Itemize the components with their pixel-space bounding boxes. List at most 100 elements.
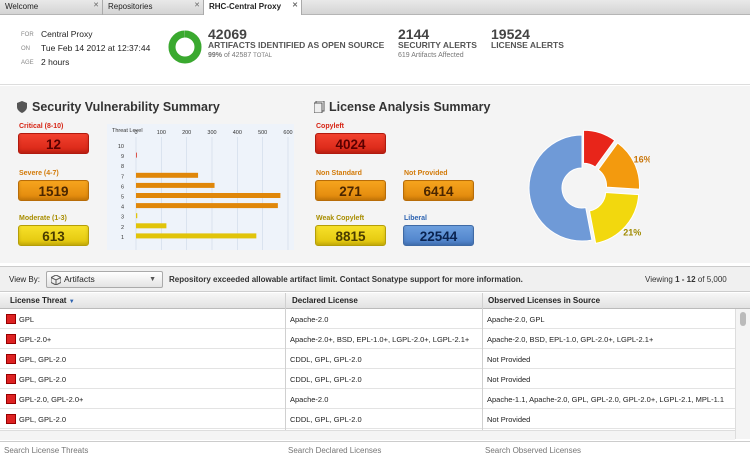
tab-welcome[interactable]: Welcome ✕: [0, 0, 103, 15]
view-by-dropdown[interactable]: Artifacts ▼: [46, 271, 163, 288]
x-tick-label: 100: [157, 130, 166, 136]
declared-license-cell: Apache-2.0: [290, 395, 329, 404]
threat-level-bar: [136, 172, 199, 178]
threat-level-bar: [136, 213, 138, 219]
close-icon[interactable]: ✕: [292, 0, 298, 13]
age-value: 2 hours: [41, 57, 70, 67]
scrollbar-thumb[interactable]: [740, 312, 746, 326]
tab-rhc-central-proxy[interactable]: RHC-Central Proxy ✕: [204, 0, 302, 15]
table-row[interactable]: GPL-2.0, GPL-2.0+ Apache-2.0 Apache-1.1,…: [0, 390, 735, 409]
search-license-threats-input[interactable]: [4, 444, 280, 456]
cube-icon: [51, 275, 61, 285]
x-tick-label: 600: [283, 130, 292, 136]
table-row[interactable]: GPL Apache-2.0 Apache-2.0, GPL: [0, 310, 735, 329]
y-tick-label: 7: [121, 174, 124, 180]
y-tick-label: 2: [121, 225, 124, 231]
y-tick-label: 3: [121, 215, 124, 221]
search-row: [0, 441, 750, 456]
y-axis-label: Threat Level: [112, 128, 143, 134]
y-tick-label: 9: [121, 154, 124, 160]
severe-count-badge[interactable]: 1519: [18, 180, 89, 201]
chevron-down-icon: ▼: [149, 276, 156, 283]
critical-label: Critical (8-10): [19, 123, 64, 130]
on-label: ON: [21, 46, 30, 52]
table-row[interactable]: GPL, GPL-2.0 CDDL, GPL, GPL-2.0 Not Prov…: [0, 350, 735, 369]
threat-color-swatch: [6, 374, 16, 384]
non-standard-count-badge[interactable]: 271: [315, 180, 386, 201]
moderate-count-badge[interactable]: 613: [18, 225, 89, 246]
column-divider: [285, 293, 286, 430]
x-tick-label: 0: [134, 130, 137, 136]
donut-slice: [528, 134, 593, 242]
column-header-declared-license[interactable]: Declared License: [292, 296, 358, 305]
threat-color-swatch: [6, 414, 16, 424]
column-label: License Threat: [10, 296, 67, 305]
limit-message: Repository exceeded allowable artifact l…: [169, 275, 523, 284]
artifacts-caption: ARTIFACTS IDENTIFIED AS OPEN SOURCE: [208, 40, 385, 50]
moderate-label: Moderate (1-3): [19, 215, 67, 222]
document-icon: [314, 101, 325, 113]
threat-level-chart: Threat Level 0 100 200 300 400 500 600 10 9 8 7 6 5 4 3…: [107, 124, 294, 250]
severe-label: Severe (4-7): [19, 170, 59, 177]
close-icon[interactable]: ✕: [93, 0, 99, 13]
non-standard-label: Non Standard: [316, 170, 362, 177]
donut-slice-label: 10%: [594, 128, 612, 129]
y-tick-label: 5: [121, 195, 124, 201]
viewing-suffix: of 5,000: [697, 275, 727, 284]
liberal-count-badge[interactable]: 22544: [403, 225, 474, 246]
column-header-observed-licenses[interactable]: Observed Licenses in Source: [488, 296, 600, 305]
tab-repositories[interactable]: Repositories ✕: [103, 0, 204, 15]
table-row[interactable]: GPL, GPL-2.0 CDDL, GPL, GPL-2.0 Not Prov…: [0, 370, 735, 389]
horizontal-scrollbar[interactable]: [0, 430, 735, 440]
column-header-license-threat[interactable]: License Threat ▼: [10, 296, 75, 305]
vertical-scrollbar[interactable]: [735, 309, 750, 439]
not-provided-count-badge[interactable]: 6414: [403, 180, 474, 201]
report-header: FOR Central Proxy ON Tue Feb 14 2012 at …: [0, 15, 750, 85]
security-summary-title: Security Vulnerability Summary: [32, 100, 220, 114]
y-tick-label: 8: [121, 164, 124, 170]
column-divider: [482, 293, 483, 430]
viewing-prefix: Viewing: [645, 275, 673, 284]
observed-licenses-cell: Not Provided: [487, 415, 531, 424]
license-donut-chart: 10% 16% 21%: [528, 128, 650, 244]
search-declared-licenses-input[interactable]: [288, 444, 478, 456]
threat-color-swatch: [6, 394, 16, 404]
threat-level-bar: [136, 182, 215, 188]
tab-label: Repositories: [108, 2, 153, 11]
dropdown-value: Artifacts: [64, 274, 95, 284]
threat-level-bar: [136, 233, 257, 239]
close-icon[interactable]: ✕: [194, 0, 200, 13]
x-tick-label: 500: [258, 130, 267, 136]
observed-licenses-cell: Not Provided: [487, 355, 531, 364]
shield-icon: [17, 101, 27, 113]
view-by-label: View By:: [9, 275, 40, 284]
copyleft-label: Copyleft: [316, 123, 344, 130]
viewing-count: Viewing 1 - 12 of 5,000: [645, 275, 727, 284]
artifacts-total: of 42587: [223, 52, 252, 59]
open-source-ring-icon: [168, 30, 202, 64]
license-threat-cell: GPL, GPL-2.0: [19, 415, 67, 424]
for-label: FOR: [21, 32, 34, 38]
tab-label: Welcome: [5, 2, 39, 11]
weak-copyleft-count-badge[interactable]: 8815: [315, 225, 386, 246]
sort-desc-icon: ▼: [68, 299, 75, 305]
declared-license-cell: CDDL, GPL, GPL-2.0: [290, 375, 362, 384]
declared-license-cell: CDDL, GPL, GPL-2.0: [290, 355, 362, 364]
liberal-label: Liberal: [404, 215, 427, 222]
on-value: Tue Feb 14 2012 at 12:37:44: [41, 43, 151, 53]
search-observed-licenses-input[interactable]: [485, 444, 735, 456]
table-row[interactable]: GPL-2.0+ Apache-2.0+, BSD, EPL-1.0+, LGP…: [0, 330, 735, 349]
age-label: AGE: [21, 60, 34, 66]
viewing-range: 1 - 12: [675, 275, 696, 284]
license-threat-cell: GPL: [19, 315, 35, 324]
threat-level-bar: [136, 152, 137, 158]
declared-license-cell: Apache-2.0+, BSD, EPL-1.0+, LGPL-2.0+, L…: [290, 335, 470, 344]
tab-label: RHC-Central Proxy: [209, 2, 282, 11]
table-row[interactable]: GPL, GPL-2.0 CDDL, GPL, GPL-2.0 Not Prov…: [0, 410, 735, 429]
y-tick-label: 10: [118, 144, 124, 150]
critical-count-badge[interactable]: 12: [18, 133, 89, 154]
copyleft-count-badge[interactable]: 4024: [315, 133, 386, 154]
license-threat-cell: GPL, GPL-2.0: [19, 375, 67, 384]
x-tick-label: 400: [233, 130, 242, 136]
license-alerts-caption: LICENSE ALERTS: [491, 40, 564, 50]
